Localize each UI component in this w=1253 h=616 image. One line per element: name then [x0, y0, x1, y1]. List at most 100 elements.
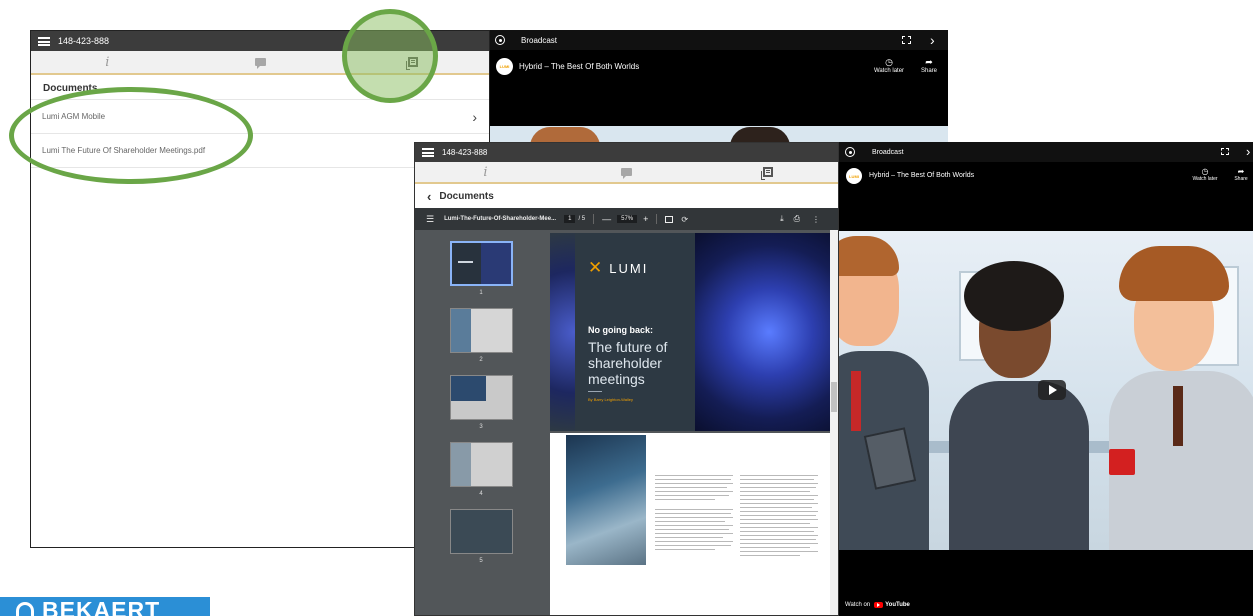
zoom-in-button[interactable]: + — [643, 214, 648, 224]
watch-later-button[interactable]: ◷ Watch later — [1187, 167, 1223, 182]
thumbnail-page-number: 4 — [479, 491, 483, 497]
thumbnail-page-3[interactable] — [450, 375, 513, 420]
info-icon: i — [105, 54, 110, 70]
character-hair-illustration — [530, 127, 600, 142]
broadcast-header: Broadcast — [495, 34, 557, 46]
print-icon[interactable]: ⎙ — [794, 214, 800, 224]
cover-divider — [588, 391, 602, 392]
page-total: / 5 — [578, 216, 586, 222]
bekaert-wordmark: BEKAERT — [42, 597, 161, 616]
youtube-logo-icon — [874, 602, 884, 608]
share-button[interactable]: ➦ Share — [914, 57, 944, 74]
tab-info[interactable]: i — [415, 162, 556, 182]
menu-icon[interactable] — [422, 148, 434, 157]
thumbnail-page-number: 1 — [479, 290, 483, 296]
share-icon: ➦ — [925, 57, 933, 67]
broadcast-panel-back: Broadcast › LUMI Hybrid – The Best Of Bo… — [490, 30, 948, 142]
menu-icon[interactable] — [38, 36, 50, 46]
lumi-x-icon: ✕ — [588, 258, 605, 277]
video-frame[interactable] — [839, 231, 1253, 550]
tab-messages[interactable] — [184, 51, 337, 73]
play-button[interactable] — [1038, 380, 1066, 400]
highlight-ring-document-list — [9, 87, 253, 184]
clock-icon: ◷ — [1201, 167, 1209, 176]
channel-avatar[interactable]: LUMI — [496, 58, 513, 75]
fullscreen-icon[interactable] — [902, 36, 911, 44]
chat-icon — [254, 58, 266, 69]
broadcast-panel-front: Broadcast › LUMI Hybrid – The Best Of Bo… — [839, 142, 1253, 616]
app-header: 148-423-888 — [415, 143, 838, 162]
documents-icon — [760, 167, 773, 180]
character-right-hair — [1119, 246, 1229, 301]
cover-title-line-1: The future of — [588, 339, 668, 355]
chat-icon — [621, 168, 632, 179]
play-icon — [1049, 385, 1057, 395]
thumbnail-page-2[interactable] — [450, 308, 513, 353]
character-right-tie — [1173, 386, 1183, 446]
chevron-right-icon: › — [472, 108, 477, 125]
broadcast-label: Broadcast — [872, 148, 904, 156]
pdf-page-2 — [550, 433, 830, 615]
pdf-page-view: ✕ LUMI No going back: The future of shar… — [550, 230, 838, 615]
page-2-photo — [566, 435, 646, 565]
cover-title-line-2: shareholder — [588, 355, 662, 371]
fullscreen-icon[interactable] — [1221, 148, 1229, 155]
tab-documents[interactable] — [697, 162, 838, 182]
cover-byline: By Barry Leighton-Walley — [588, 397, 633, 402]
collapse-chevron-icon[interactable]: › — [930, 32, 935, 48]
share-button[interactable]: ➦ Share — [1229, 167, 1253, 182]
app-tabs: i — [415, 162, 838, 184]
red-mug-illustration — [1109, 449, 1135, 475]
collapse-chevron-icon[interactable]: › — [1246, 144, 1250, 159]
info-icon: i — [483, 164, 488, 180]
lumi-logo: ✕ LUMI — [588, 258, 649, 277]
thumbnail-page-number: 3 — [479, 424, 483, 430]
broadcast-label: Broadcast — [521, 35, 558, 45]
video-title[interactable]: Hybrid – The Best Of Both Worlds — [519, 62, 639, 71]
cover-kicker: No going back: — [588, 325, 653, 335]
pdf-filename: Lumi-The-Future-Of-Shareholder-Mee... — [444, 216, 557, 222]
tab-messages[interactable] — [556, 162, 697, 182]
broadcast-header: Broadcast — [845, 146, 904, 158]
pdf-scrollbar[interactable] — [830, 230, 838, 615]
chevron-left-icon: ‹ — [427, 188, 432, 204]
pdf-thumbnail-sidebar: 1 2 3 4 5 — [415, 230, 550, 615]
character-woman-body — [949, 381, 1089, 550]
highlight-ring-documents-tab — [342, 9, 438, 103]
character-left-tie — [851, 371, 861, 431]
clock-icon: ◷ — [885, 57, 893, 67]
page-number-input[interactable]: 1 — [564, 215, 576, 223]
zoom-out-button[interactable]: — — [602, 214, 611, 224]
zoom-level-input[interactable]: 57% — [617, 215, 638, 223]
meeting-app-window-front: 148-423-888 i ‹ Documents ☰ Lumi-The-Fut… — [414, 142, 839, 616]
thumbnail-page-4[interactable] — [450, 442, 513, 487]
meeting-id: 148-423-888 — [442, 148, 488, 157]
rotate-icon[interactable]: ⟳ — [681, 215, 688, 224]
download-icon[interactable]: ⤓ — [780, 214, 784, 224]
channel-avatar[interactable]: LUMI — [846, 168, 862, 184]
more-options-icon[interactable]: ⋮ — [812, 215, 820, 224]
back-to-documents[interactable]: ‹ Documents — [427, 188, 494, 204]
thumbnail-page-1[interactable] — [450, 241, 513, 286]
pdf-toolbar: ☰ Lumi-The-Future-Of-Shareholder-Mee... … — [415, 208, 838, 230]
watch-later-button[interactable]: ◷ Watch later — [870, 57, 908, 74]
youtube-wordmark: YouTube — [885, 602, 910, 608]
thumbnail-page-number: 5 — [479, 558, 483, 564]
cover-globe-artwork — [695, 233, 830, 431]
cover-globe-artwork — [550, 233, 575, 431]
pdf-cover-page: ✕ LUMI No going back: The future of shar… — [550, 233, 830, 431]
thumbnail-page-number: 2 — [479, 357, 483, 363]
cover-title-line-3: meetings — [588, 371, 645, 387]
video-title[interactable]: Hybrid – The Best Of Both Worlds — [869, 172, 974, 179]
character-left-hair — [839, 236, 899, 276]
watch-on-youtube-link[interactable]: Watch on YouTube — [845, 602, 910, 608]
broadcast-icon — [845, 147, 855, 157]
tab-info[interactable]: i — [31, 51, 184, 73]
meeting-id: 148-423-888 — [58, 36, 110, 46]
share-icon: ➦ — [1237, 167, 1245, 176]
character-woman-hair — [964, 261, 1064, 331]
thumbnail-page-5[interactable] — [450, 509, 513, 554]
bekaert-logo-mark-icon — [16, 602, 34, 616]
pdf-menu-icon[interactable]: ☰ — [426, 214, 434, 225]
fit-page-icon[interactable] — [665, 215, 674, 223]
